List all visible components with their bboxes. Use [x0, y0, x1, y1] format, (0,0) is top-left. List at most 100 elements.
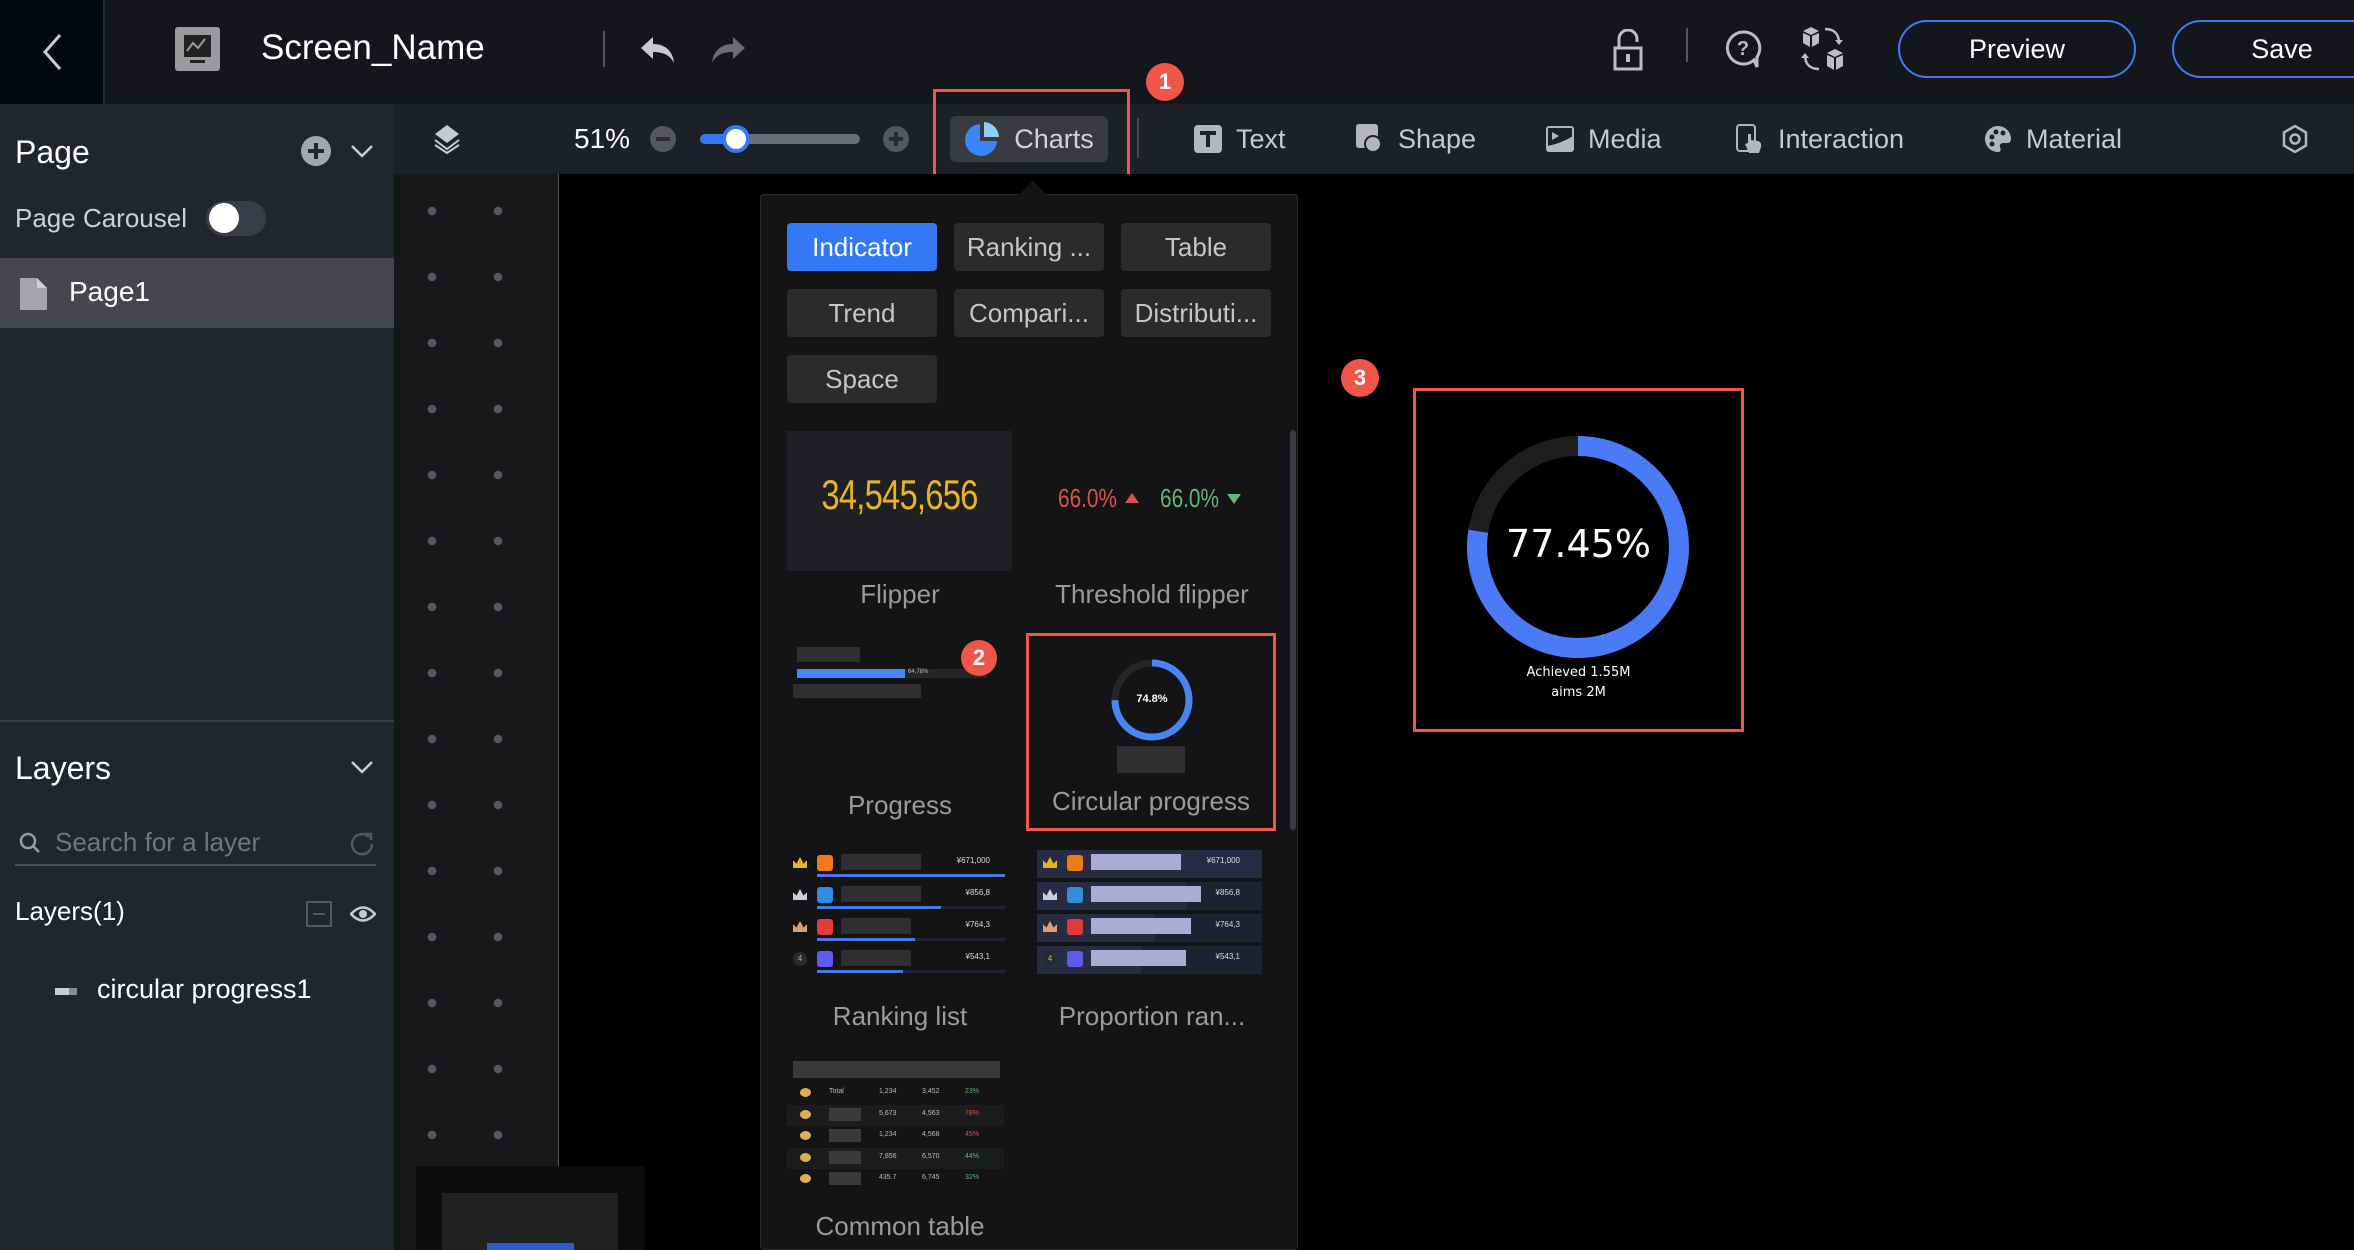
- lock-button[interactable]: [1606, 26, 1650, 74]
- ranking-value: ¥671,000: [956, 856, 990, 865]
- table-cell: 4,568: [922, 1131, 940, 1138]
- tool-text[interactable]: Text: [1194, 104, 1286, 174]
- placeholder-name: [841, 918, 911, 934]
- page-carousel-toggle[interactable]: [206, 201, 266, 236]
- card-circular-progress-preview[interactable]: 74.8% Circular progress: [1029, 636, 1273, 828]
- zoom-slider-handle[interactable]: [721, 125, 750, 153]
- divider: [603, 31, 605, 67]
- progress-achieved-label: Achieved 1.55M: [1526, 665, 1631, 680]
- card-common-table-preview[interactable]: Total 1,234 3,452 23% 5,673 4,563 78% 1,234 4,56…: [787, 1061, 1012, 1191]
- layer-search-field[interactable]: [15, 820, 376, 866]
- store-logo-icon: [817, 855, 833, 871]
- undo-button[interactable]: [636, 30, 680, 70]
- zoom-in-button[interactable]: [883, 126, 909, 152]
- card-common-table-label: Common table: [815, 1211, 985, 1241]
- threshold-up-value: 66.0%: [1058, 483, 1117, 513]
- table-cell: 5,673: [879, 1109, 897, 1117]
- category-tab[interactable]: Compari...: [954, 289, 1104, 337]
- tool-shape[interactable]: Shape: [1356, 104, 1476, 174]
- store-logo-icon: [1067, 855, 1083, 871]
- undo-icon: [641, 37, 674, 63]
- divider: [1686, 28, 1688, 62]
- save-button[interactable]: Save: [2172, 20, 2354, 78]
- dropdown-scrollbar[interactable]: [1290, 430, 1296, 830]
- ranking-value: ¥856,8: [965, 888, 990, 897]
- card-flipper-preview[interactable]: 34,545,656: [787, 431, 1012, 571]
- chevron-left-icon: [42, 34, 61, 70]
- table-cell: 3,452: [922, 1088, 940, 1095]
- eye-icon[interactable]: [350, 903, 376, 925]
- toolbar-divider: [1137, 118, 1139, 158]
- plus-circle-icon: [301, 136, 331, 166]
- tool-interaction[interactable]: Interaction: [1736, 104, 1904, 174]
- table-cell: [829, 1129, 861, 1142]
- ranking-value: ¥856,8: [1215, 888, 1240, 897]
- placeholder-name: [1091, 950, 1186, 966]
- text-icon: [1194, 125, 1222, 153]
- settings-gear-icon[interactable]: [2281, 125, 2309, 153]
- page-list-item[interactable]: Page1: [0, 258, 394, 328]
- tool-text-label: Text: [1236, 123, 1286, 154]
- placeholder-bar: [797, 647, 860, 662]
- table-cell: 1,234: [879, 1088, 897, 1095]
- layers-collapse-button[interactable]: [348, 756, 376, 778]
- crown-icon: [793, 889, 807, 900]
- category-tab[interactable]: Trend: [787, 289, 937, 337]
- ranking-row: ¥671,000: [787, 850, 1012, 878]
- screen-title[interactable]: Screen_Name: [261, 28, 485, 68]
- weather-icon: [800, 1152, 811, 1162]
- charts-dropdown: Indicator Ranking ... Table Trend Compari...…: [760, 180, 1298, 1250]
- category-tab[interactable]: Table: [1121, 223, 1271, 271]
- back-button[interactable]: [0, 0, 105, 104]
- weather-icon: [800, 1131, 811, 1140]
- table-cell: 6,570: [922, 1152, 940, 1160]
- circular-progress-widget[interactable]: 77.45% Achieved 1.55M aims 2M: [1416, 391, 1741, 729]
- redo-button[interactable]: [706, 30, 750, 70]
- canvas-gutter: [394, 174, 558, 1250]
- help-button[interactable]: ?: [1722, 28, 1764, 72]
- annotation-box-1: [933, 89, 1130, 183]
- add-page-button[interactable]: [300, 135, 332, 167]
- preview-button[interactable]: Preview: [1898, 20, 2136, 78]
- category-tab[interactable]: Indicator: [787, 223, 937, 271]
- ranking-row: 4 ¥543,1: [1037, 946, 1262, 974]
- category-tab[interactable]: Distributi...: [1121, 289, 1271, 337]
- category-tab[interactable]: Space: [787, 355, 937, 403]
- table-row: 7,856 6,570 44%: [787, 1147, 1004, 1169]
- table-cell: 45%: [965, 1131, 980, 1138]
- layer-list-item[interactable]: circular progress1: [0, 964, 394, 1014]
- help-icon: ?: [1725, 30, 1762, 68]
- weather-icon: [800, 1109, 811, 1119]
- toolbar: 51% Text Shape Media Interaction Materia…: [394, 104, 2354, 174]
- refresh-icon[interactable]: [349, 831, 375, 857]
- ranking-value: ¥543,1: [1215, 952, 1240, 961]
- rank-number: 4: [1043, 952, 1057, 966]
- search-icon: [19, 832, 40, 853]
- tool-media[interactable]: Media: [1546, 104, 1662, 174]
- zoom-out-button[interactable]: [650, 126, 676, 152]
- unlock-icon: [1613, 29, 1643, 71]
- collapse-all-layers-button[interactable]: [306, 901, 332, 927]
- ranking-row: ¥856,8: [1037, 882, 1262, 910]
- minimap[interactable]: [416, 1166, 645, 1250]
- page-collapse-button[interactable]: [348, 140, 376, 162]
- layers-icon[interactable]: [432, 124, 462, 154]
- component-sync-button[interactable]: [1798, 24, 1848, 74]
- layer-search-input[interactable]: [55, 824, 335, 860]
- flipper-preview-value: 34,545,656: [821, 471, 978, 518]
- card-ranking-list-preview[interactable]: ¥671,000 ¥856,8 ¥764,3 4 ¥543,1: [787, 850, 1012, 990]
- screen-logo-icon: [175, 27, 220, 71]
- section-divider: [0, 720, 394, 722]
- store-logo-icon: [1067, 951, 1083, 967]
- tool-interaction-label: Interaction: [1778, 123, 1905, 154]
- mini-ring-value: 74.8%: [1136, 693, 1168, 705]
- tool-material[interactable]: Material: [1984, 104, 2122, 174]
- card-threshold-flipper-preview[interactable]: 66.0% 66.0%: [1037, 431, 1267, 571]
- card-proportion-ranking-preview[interactable]: ¥671,000 ¥856,8 ¥764,3 4 ¥543,1: [1037, 850, 1267, 990]
- store-logo-icon: [1067, 919, 1083, 935]
- minimap-viewport: [442, 1193, 618, 1250]
- progress-preview-fill: [797, 669, 905, 678]
- zoom-slider[interactable]: [700, 125, 860, 153]
- ranking-value: ¥543,1: [965, 952, 990, 961]
- category-tab[interactable]: Ranking ...: [954, 223, 1104, 271]
